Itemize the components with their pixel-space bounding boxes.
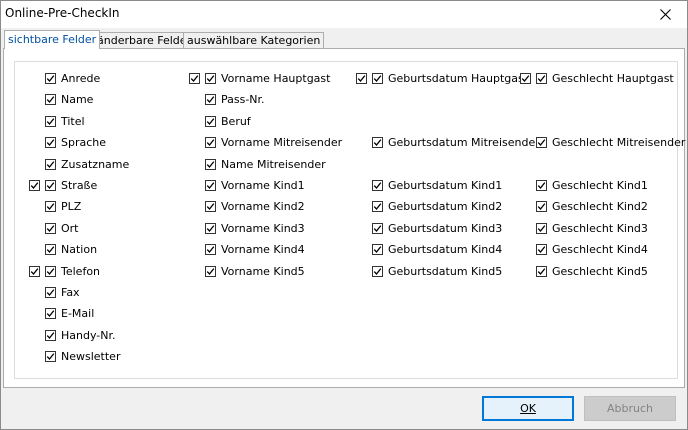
field-label: Vorname Kind5 <box>221 264 305 278</box>
tab-strip: sichtbare Felder änderbare Felder auswäh… <box>1 29 687 49</box>
ok-button-label: OK <box>520 402 536 415</box>
field-checkbox[interactable] <box>205 158 216 170</box>
field-label: Pass-Nr. <box>221 93 265 107</box>
field-label: Nation <box>61 243 98 257</box>
group-checkbox[interactable] <box>356 73 367 84</box>
field-label: Telefon <box>61 264 101 278</box>
field-label: Straße <box>61 179 98 192</box>
field-checkbox[interactable] <box>372 244 383 256</box>
tab-label: auswählbare Kategorien <box>187 34 321 47</box>
field-checkbox[interactable] <box>205 115 216 127</box>
field-label: Geburtsdatum Kind2 <box>388 200 503 214</box>
field-label: Ort <box>61 221 79 235</box>
field-checkbox[interactable] <box>45 351 56 363</box>
field-checkbox[interactable] <box>45 244 56 256</box>
field-label: Handy-Nr. <box>61 328 116 342</box>
field-label: Sprache <box>61 136 107 150</box>
field-checkbox[interactable] <box>372 201 383 213</box>
field-label: Vorname Hauptgast <box>221 72 331 85</box>
field-label: Vorname Kind2 <box>221 200 305 214</box>
group-checkbox[interactable] <box>29 265 40 277</box>
dialog-window: Online-Pre-CheckIn sichtbare Felder ände… <box>0 0 688 430</box>
field-label: Vorname Kind1 <box>221 179 305 192</box>
field-label: Vorname Kind3 <box>221 221 305 235</box>
field-checkbox[interactable] <box>536 201 547 213</box>
field-checkbox[interactable] <box>536 265 547 277</box>
field-checkbox[interactable] <box>205 201 216 213</box>
field-label: Geschlecht Kind1 <box>552 179 648 192</box>
field-checkbox[interactable] <box>45 222 56 234</box>
close-button[interactable] <box>643 1 687 28</box>
field-checkbox[interactable] <box>372 137 383 149</box>
field-label: E-Mail <box>61 307 95 321</box>
field-checkbox[interactable] <box>205 73 216 84</box>
field-checkbox[interactable] <box>45 180 56 191</box>
field-checkbox[interactable] <box>45 94 56 106</box>
field-label: Beruf <box>221 114 251 128</box>
field-label: Geburtsdatum Kind3 <box>388 221 503 235</box>
group-checkbox[interactable] <box>29 180 40 191</box>
tab-content-panel: Anrede Name Titel Sprache Zusatzname Straße PL… <box>3 48 685 388</box>
field-checkbox[interactable] <box>205 244 216 256</box>
field-checkbox[interactable] <box>45 308 56 320</box>
field-checkbox[interactable] <box>45 115 56 127</box>
tab-label: sichtbare Felder <box>8 33 97 46</box>
field-label: Geburtsdatum Kind1 <box>388 179 503 192</box>
field-label: Geschlecht Mitreisender <box>552 136 686 150</box>
field-label: Zusatzname <box>61 157 130 171</box>
field-label: Vorname Kind4 <box>221 243 305 257</box>
window-title: Online-Pre-CheckIn <box>5 6 120 20</box>
field-checkbox[interactable] <box>45 201 56 213</box>
field-checkbox[interactable] <box>45 158 56 170</box>
field-checkbox[interactable] <box>45 73 56 84</box>
group-checkbox[interactable] <box>520 73 531 84</box>
field-label: Geschlecht Kind2 <box>552 200 648 214</box>
field-checkbox[interactable] <box>372 265 383 277</box>
field-checkbox[interactable] <box>205 222 216 234</box>
field-checkbox[interactable] <box>205 94 216 106</box>
field-label: Vorname Mitreisender <box>221 136 343 150</box>
field-checkbox[interactable] <box>536 244 547 256</box>
field-label: Geschlecht Hauptgast <box>552 72 674 85</box>
cancel-button-label: Abbruch <box>606 402 653 415</box>
field-checkbox[interactable] <box>45 287 56 298</box>
tab-sichtbare-felder[interactable]: sichtbare Felder <box>4 30 101 49</box>
field-label: Anrede <box>61 72 101 85</box>
field-label: Geburtsdatum Kind4 <box>388 243 503 257</box>
close-icon <box>659 9 671 20</box>
ok-button[interactable]: OK <box>482 396 574 421</box>
field-checkbox[interactable] <box>372 180 383 191</box>
field-label: Geburtsdatum Kind5 <box>388 264 503 278</box>
tab-auswaehlbare-kategorien[interactable]: auswählbare Kategorien <box>183 32 325 48</box>
field-checkbox[interactable] <box>372 222 383 234</box>
field-label: Geschlecht Kind4 <box>552 243 648 257</box>
field-label: Titel <box>61 114 85 128</box>
field-checkbox[interactable] <box>205 265 216 277</box>
group-checkbox[interactable] <box>189 73 200 84</box>
field-label: Geburtsdatum Mitreisender <box>388 136 540 150</box>
field-label: Geschlecht Kind5 <box>552 264 648 278</box>
field-checkbox[interactable] <box>372 73 383 84</box>
fields-group-box: Anrede Name Titel Sprache Zusatzname Straße PL… <box>14 61 685 379</box>
field-checkbox[interactable] <box>45 137 56 149</box>
field-checkbox[interactable] <box>536 73 547 84</box>
field-checkbox[interactable] <box>45 329 56 341</box>
field-checkbox[interactable] <box>536 137 547 149</box>
field-label: Geburtsdatum Hauptgast <box>388 72 529 85</box>
field-checkbox[interactable] <box>536 180 547 191</box>
tab-aenderbare-felder[interactable]: änderbare Felder <box>93 32 196 48</box>
field-checkbox[interactable] <box>205 180 216 191</box>
field-label: PLZ <box>61 200 82 214</box>
field-checkbox[interactable] <box>45 265 56 277</box>
title-bar: Online-Pre-CheckIn <box>1 1 687 28</box>
field-checkbox[interactable] <box>205 137 216 149</box>
field-label: Fax <box>61 286 80 299</box>
field-label: Geschlecht Kind3 <box>552 221 648 235</box>
field-label: Name Mitreisender <box>221 157 326 171</box>
field-checkbox[interactable] <box>536 222 547 234</box>
tab-label: änderbare Felder <box>97 34 192 47</box>
field-label: Name <box>61 93 94 107</box>
cancel-button[interactable]: Abbruch <box>584 396 676 421</box>
field-label: Newsletter <box>61 350 121 364</box>
